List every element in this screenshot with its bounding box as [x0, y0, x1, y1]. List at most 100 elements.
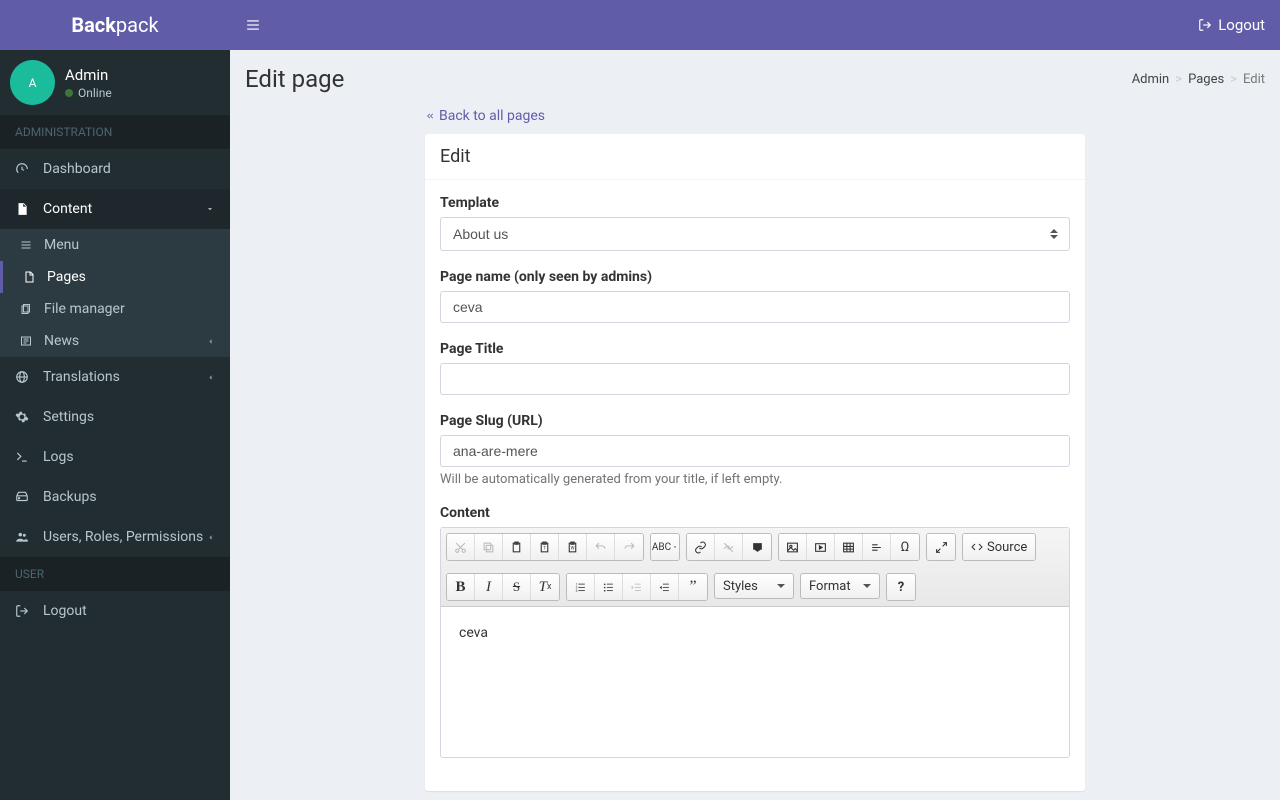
box-title: Edit [425, 134, 1085, 180]
hdd-icon [15, 490, 35, 504]
globe-icon [15, 370, 35, 384]
redo-button[interactable] [615, 534, 643, 560]
source-button[interactable]: Source [963, 534, 1035, 560]
page-title-label: Page Title [440, 341, 1070, 357]
page-name-input[interactable] [440, 291, 1070, 323]
editor-content-area[interactable]: ceva [441, 607, 1069, 757]
users-icon [15, 530, 35, 544]
bold-button[interactable]: B [447, 574, 475, 600]
embed-button[interactable] [807, 534, 835, 560]
table-button[interactable] [835, 534, 863, 560]
sidebar-item-translations[interactable]: Translations [0, 357, 230, 397]
paste-text-button[interactable]: T [531, 534, 559, 560]
maximize-button[interactable] [927, 534, 955, 560]
sidebar-label-file-manager: File manager [44, 301, 125, 317]
sidebar-item-users-roles[interactable]: Users, Roles, Permissions [0, 517, 230, 557]
sign-out-icon [1198, 18, 1212, 32]
breadcrumb-pages[interactable]: Pages [1188, 72, 1224, 87]
hr-button[interactable] [863, 534, 891, 560]
sidebar-item-news[interactable]: News [0, 325, 230, 357]
sidebar-item-menu[interactable]: Menu [0, 229, 230, 261]
back-to-all-pages-link[interactable]: Back to all pages [425, 108, 545, 124]
status-dot-icon [65, 89, 73, 97]
styles-dropdown[interactable]: Styles [714, 573, 794, 599]
double-chevron-left-icon [425, 111, 435, 121]
page-name-label: Page name (only seen by admins) [440, 269, 1070, 285]
page-slug-input[interactable] [440, 435, 1070, 467]
sidebar-section-administration: ADMINISTRATION [0, 115, 230, 149]
sidebar-label-settings: Settings [43, 409, 94, 425]
template-label: Template [440, 195, 1070, 211]
breadcrumb: Admin Pages Edit [1132, 72, 1265, 87]
avatar[interactable]: A [10, 60, 55, 105]
anchor-button[interactable] [743, 534, 771, 560]
sidebar-item-file-manager[interactable]: File manager [0, 293, 230, 325]
sidebar-section-user: USER [0, 557, 230, 591]
back-link-label: Back to all pages [439, 108, 545, 124]
sidebar-item-logout[interactable]: Logout [0, 591, 230, 631]
spellcheck-button[interactable]: ABC [651, 534, 679, 560]
format-dropdown[interactable]: Format [800, 573, 880, 599]
sign-out-icon [15, 604, 35, 618]
indent-button[interactable] [651, 574, 679, 600]
topbar-logout-label: Logout [1218, 16, 1265, 34]
unlink-button[interactable] [715, 534, 743, 560]
undo-button[interactable] [587, 534, 615, 560]
topbar-logout[interactable]: Logout [1198, 16, 1265, 34]
link-button[interactable] [687, 534, 715, 560]
hamburger-toggle[interactable] [245, 18, 261, 32]
blockquote-button[interactable]: ” [679, 574, 707, 600]
sidebar-item-backups[interactable]: Backups [0, 477, 230, 517]
chevron-left-icon [206, 373, 215, 382]
paste-button[interactable] [503, 534, 531, 560]
brand-logo[interactable]: Backpack [0, 0, 230, 50]
chevron-down-icon [205, 204, 215, 214]
svg-text:W: W [571, 546, 575, 551]
numbered-list-button[interactable]: 123 [567, 574, 595, 600]
italic-button[interactable]: I [475, 574, 503, 600]
sidebar-item-settings[interactable]: Settings [0, 397, 230, 437]
sidebar-label-dashboard: Dashboard [43, 161, 111, 177]
image-button[interactable] [779, 534, 807, 560]
brand-light: pack [116, 13, 159, 37]
editor-toolbar: T W ABC [441, 528, 1069, 607]
outdent-button[interactable] [623, 574, 651, 600]
svg-text:3: 3 [576, 588, 578, 592]
styles-label: Styles [723, 579, 758, 594]
cut-button[interactable] [447, 534, 475, 560]
bullet-list-button[interactable] [595, 574, 623, 600]
breadcrumb-admin[interactable]: Admin [1132, 72, 1170, 87]
user-panel: A Admin Online [0, 50, 230, 115]
source-label: Source [987, 540, 1027, 555]
template-select[interactable]: About us [440, 217, 1070, 251]
page-slug-help: Will be automatically generated from you… [440, 472, 1070, 487]
about-button[interactable]: ? [887, 574, 915, 600]
sidebar-label-users-roles: Users, Roles, Permissions [43, 529, 203, 545]
copy-button[interactable] [475, 534, 503, 560]
remove-format-button[interactable]: Tx [531, 574, 559, 600]
sidebar-item-dashboard[interactable]: Dashboard [0, 149, 230, 189]
sidebar-item-logs[interactable]: Logs [0, 437, 230, 477]
rich-text-editor: T W ABC [440, 527, 1070, 758]
sidebar-label-pages: Pages [47, 269, 86, 285]
strike-button[interactable]: S [503, 574, 531, 600]
sidebar-label-menu: Menu [44, 237, 79, 253]
user-status: Online [65, 86, 112, 100]
chevron-left-icon [206, 337, 215, 346]
sidebar-label-backups: Backups [43, 489, 97, 505]
brand-bold: Back [71, 13, 116, 37]
files-icon [20, 303, 38, 315]
page-title-input[interactable] [440, 363, 1070, 395]
content-label: Content [440, 505, 1070, 521]
page-title: Edit page [245, 65, 344, 93]
dashboard-icon [15, 162, 35, 176]
newspaper-icon [20, 335, 38, 347]
code-icon [971, 541, 983, 553]
special-char-button[interactable]: Ω [891, 534, 919, 560]
gear-icon [15, 410, 35, 424]
sidebar-item-pages[interactable]: Pages [3, 261, 230, 293]
paste-word-button[interactable]: W [559, 534, 587, 560]
sidebar-item-content[interactable]: Content [0, 189, 230, 229]
svg-text:T: T [543, 546, 546, 551]
file-icon [23, 271, 41, 283]
